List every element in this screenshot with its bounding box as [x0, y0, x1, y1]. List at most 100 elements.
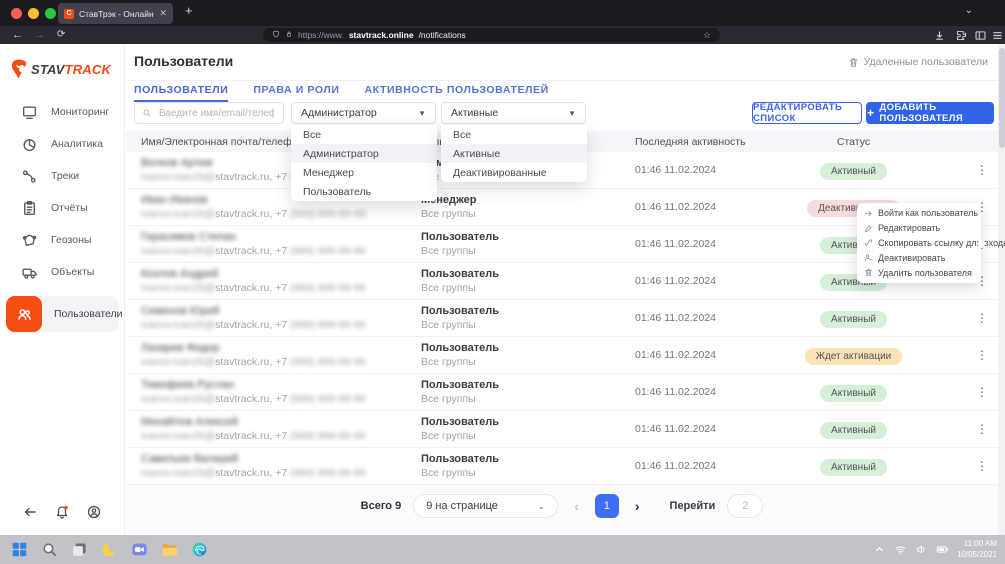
filter-toolbar: Администратор▼ Активные▼ РЕДАКТИРОВАТЬ С… [134, 102, 994, 124]
new-tab-button[interactable]: + [185, 3, 193, 18]
row-menu-kebab-icon[interactable]: ⋮ [976, 422, 988, 436]
search-input[interactable] [157, 107, 276, 120]
sidebar-menu: МониторингАналитикаТрекиОтчётыГеозоныОбъ… [0, 96, 124, 332]
status-badge: Активный [820, 459, 887, 476]
sidebar-item-users[interactable]: Пользователи [6, 296, 119, 332]
lock-icon[interactable] [285, 30, 293, 40]
user-role: Пользователь [421, 268, 635, 280]
status-filter-select[interactable]: Активные▼ [441, 102, 586, 124]
volume-icon[interactable] [915, 543, 928, 556]
user-role: Пользователь [421, 379, 635, 391]
task-view-icon[interactable] [71, 541, 88, 558]
role-option[interactable]: Пользователь [291, 182, 437, 201]
main-panel: Пользователи Удаленные пользователи ПОЛЬ… [126, 44, 998, 535]
context-menu-item[interactable]: Скопировать ссылку для входа [857, 236, 981, 251]
row-menu-kebab-icon[interactable]: ⋮ [976, 163, 988, 177]
account-icon[interactable] [86, 504, 102, 525]
role-option[interactable]: Менеджер [291, 163, 437, 182]
scrollbar-thumb[interactable] [999, 48, 1005, 148]
tab-rights-roles[interactable]: ПРАВА И РОЛИ [253, 84, 339, 102]
url-bar[interactable]: https://www.stavtrack.online/notificatio… [263, 28, 720, 42]
sidebar-item-monitoring[interactable]: Мониторинг [0, 96, 124, 128]
row-menu-kebab-icon[interactable]: ⋮ [976, 348, 988, 362]
status-option[interactable]: Активные [441, 144, 587, 163]
download-icon[interactable] [933, 29, 946, 42]
shield-icon[interactable] [272, 30, 280, 40]
sidebar-item-tracks[interactable]: Треки [0, 160, 124, 192]
chevron-up-icon[interactable] [873, 543, 886, 556]
battery-icon[interactable] [936, 543, 949, 556]
context-menu-item[interactable]: Удалить пользователя [857, 265, 981, 280]
list-tabs-chevron-icon[interactable]: ⌄ [965, 5, 973, 16]
last-activity: 01:46 11.02.2024 [635, 312, 766, 324]
goto-label: Перейти [670, 500, 716, 512]
role-dropdown-menu: ВсеАдминистраторМенеджерПользователь [291, 125, 437, 201]
os-taskbar: 11:00 AM 10/05/2021 [0, 535, 1005, 564]
sidebar-item-objects[interactable]: Объекты [0, 256, 124, 288]
sidebar-item-analytics[interactable]: Аналитика [0, 128, 124, 160]
add-user-button[interactable]: +ДОБАВИТЬ ПОЛЬЗОВАТЕЛЯ [866, 102, 994, 124]
win-start-icon[interactable] [11, 541, 28, 558]
taskbar-clock[interactable]: 11:00 AM 10/05/2021 [957, 539, 997, 560]
window-maximize-button[interactable] [45, 8, 56, 19]
last-activity: 01:46 11.02.2024 [635, 238, 766, 250]
context-menu-label: Войти как пользователь [878, 208, 978, 218]
table-row: Семенов Юрий ivanov.ivan26@stavtrack.ru,… [126, 300, 998, 337]
sidebar-bottom-bar [0, 504, 124, 525]
status-option[interactable]: Все [441, 125, 587, 144]
user-groups: Все группы [421, 393, 635, 405]
row-menu-kebab-icon[interactable]: ⋮ [976, 311, 988, 325]
deleted-users-link[interactable]: Удаленные пользователи [848, 56, 988, 68]
user-contacts: ivanov.ivan26@stavtrack.ru, +7 (999) 999… [141, 356, 421, 368]
bookmark-star-icon[interactable]: ☆ [703, 30, 711, 41]
context-menu-item[interactable]: Деактивировать [857, 250, 981, 265]
status-badge: Активный [820, 422, 887, 439]
caret-down-icon: ▼ [568, 109, 576, 118]
chat-icon[interactable] [131, 541, 148, 558]
analytics-icon [21, 136, 38, 153]
tab-close-icon[interactable]: ✕ [159, 8, 167, 19]
goto-page-input[interactable]: 2 [727, 494, 763, 518]
stavtrack-logo[interactable]: STAVTRACK [9, 57, 111, 81]
folder-icon[interactable] [161, 541, 178, 558]
collapse-sidebar-icon[interactable] [22, 504, 38, 525]
tab-user-activity[interactable]: АКТИВНОСТЬ ПОЛЬЗОВАТЕЛЕЙ [365, 84, 549, 102]
role-option[interactable]: Администратор [291, 144, 437, 163]
current-page-button[interactable]: 1 [595, 494, 619, 518]
users-icon [6, 296, 42, 332]
clock-time: 11:00 AM [957, 539, 997, 549]
row-menu-kebab-icon[interactable]: ⋮ [976, 459, 988, 473]
tab-users[interactable]: ПОЛЬЗОВАТЕЛИ [134, 84, 228, 102]
notifications-bell-icon[interactable] [54, 504, 70, 525]
prev-page-button[interactable]: ‹ [570, 498, 583, 514]
row-menu-kebab-icon[interactable]: ⋮ [976, 385, 988, 399]
sidebar-item-geozones[interactable]: Геозоны [0, 224, 124, 256]
extensions-puzzle-icon[interactable] [955, 29, 968, 42]
edit-list-button[interactable]: РЕДАКТИРОВАТЬ СПИСОК [752, 102, 862, 124]
menu-hamburger-icon[interactable] [991, 29, 1004, 42]
user-name: Герасимов Степан [141, 231, 421, 243]
back-button[interactable]: ← [12, 28, 23, 42]
page-scrollbar[interactable] [998, 44, 1005, 535]
user-contacts: ivanov.ivan26@stavtrack.ru, +7 (999) 999… [141, 430, 421, 442]
taskbar-search-icon[interactable] [41, 541, 58, 558]
window-close-button[interactable] [11, 8, 22, 19]
window-minimize-button[interactable] [28, 8, 39, 19]
sidebar-item-reports[interactable]: Отчёты [0, 192, 124, 224]
forward-button[interactable]: → [34, 28, 45, 42]
role-filter-select[interactable]: Администратор▼ [291, 102, 436, 124]
wifi-icon[interactable] [894, 543, 907, 556]
tracks-icon [21, 168, 38, 185]
per-page-select[interactable]: 9 на странице⌄ [413, 494, 558, 518]
status-option[interactable]: Деактивированные [441, 163, 587, 182]
reload-button[interactable]: ⟳ [57, 28, 65, 42]
edge-icon[interactable] [191, 541, 208, 558]
context-menu-item[interactable]: Войти как пользователь [857, 206, 981, 221]
next-page-button[interactable]: › [631, 498, 644, 514]
context-menu-item[interactable]: Редактировать [857, 221, 981, 236]
role-option[interactable]: Все [291, 125, 437, 144]
browser-tab[interactable]: C СтавТрэк - Онлайн мониторин ✕ [58, 3, 173, 24]
screen: C СтавТрэк - Онлайн мониторин ✕ + ⌄ ← → … [0, 0, 1005, 564]
sidebar-panel-icon[interactable] [974, 29, 987, 42]
crescent-icon[interactable] [101, 541, 118, 558]
